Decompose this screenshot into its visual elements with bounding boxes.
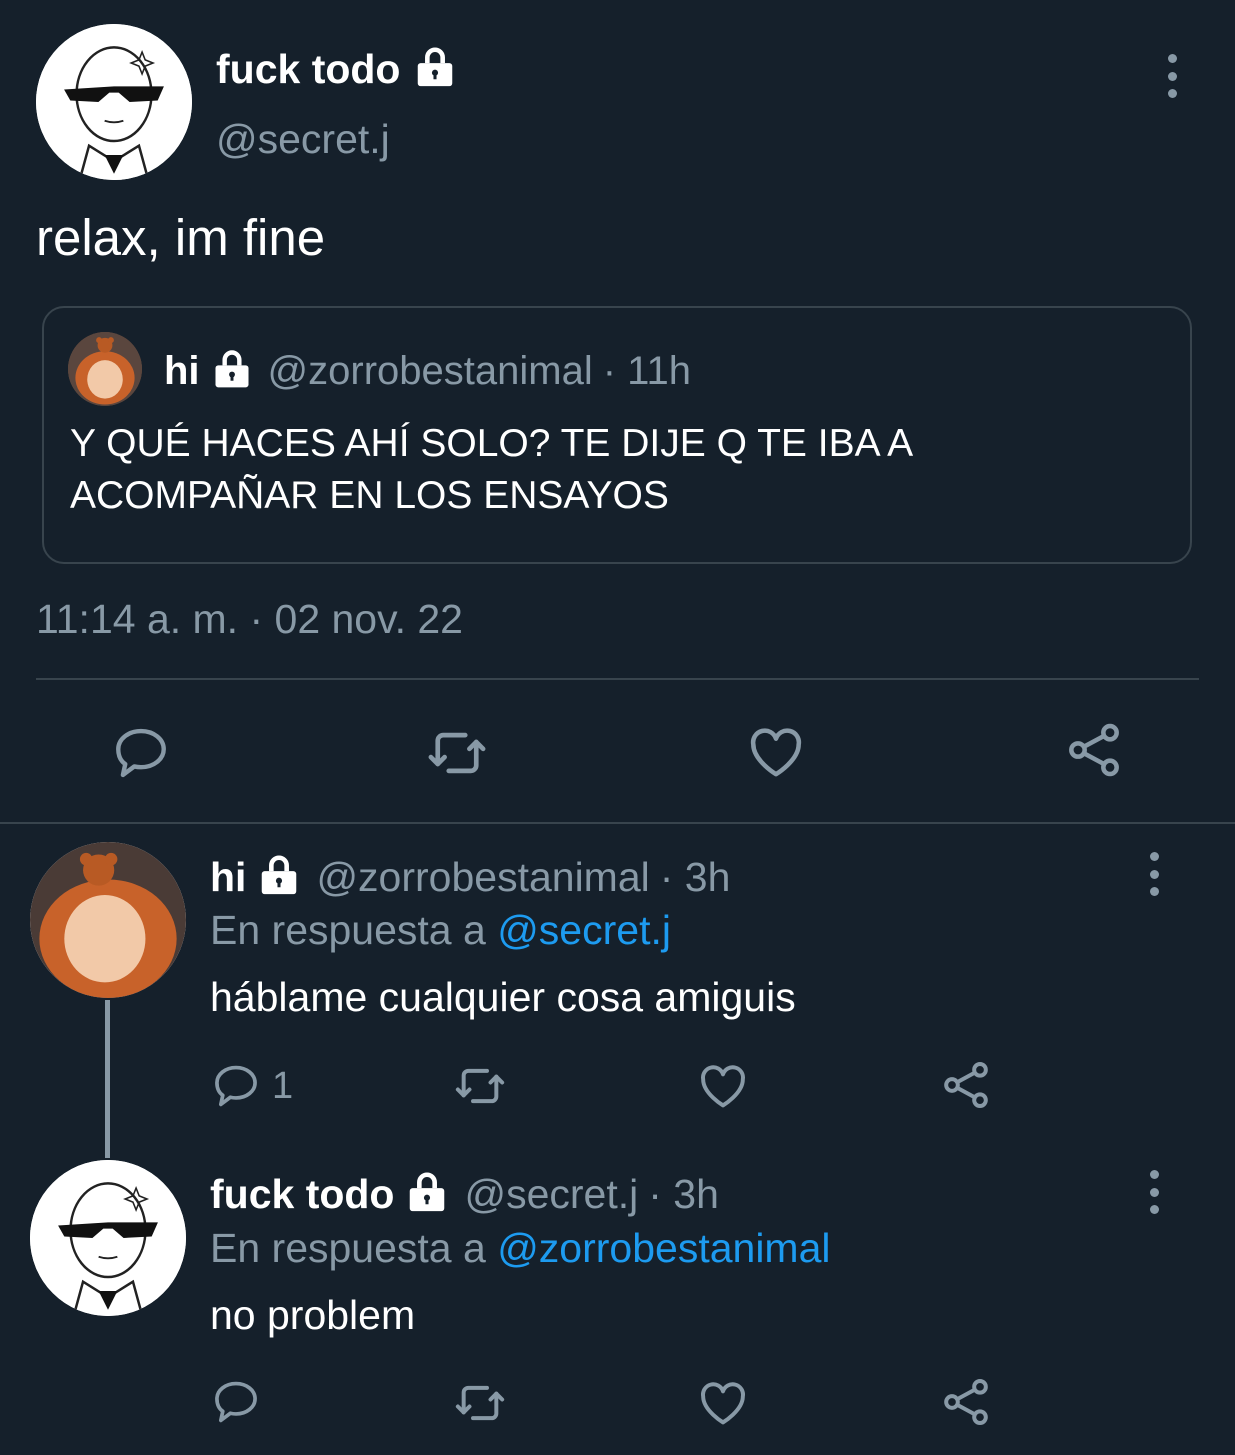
retweet-button[interactable] [424,720,490,786]
reply-author-avatar[interactable] [30,1160,186,1316]
more-options-button[interactable] [1139,1170,1169,1214]
author-name-row: fuck todo [216,44,458,94]
author-handle[interactable]: @secret.j [216,116,390,163]
reply-context-prefix: En respuesta a [210,1224,498,1271]
reply-count: 1 [272,1064,294,1107]
reply-header: fuck todo @secret.j · 3h [210,1168,719,1220]
reply-text: no problem [210,1292,416,1338]
author-avatar[interactable] [36,24,192,180]
retweet-arrows-icon [455,1385,505,1421]
lock-icon [404,1169,450,1220]
like-button[interactable] [695,1375,751,1431]
like-button[interactable] [695,1058,751,1114]
reply-context-prefix: En respuesta a [210,906,498,953]
author-display-name[interactable]: fuck todo [216,46,400,93]
reply-author-avatar[interactable] [30,842,186,998]
quoted-text-line-2: ACOMPAÑAR EN LOS ENSAYOS [70,474,669,517]
speech-bubble-icon [116,728,166,778]
share-nodes-icon [1069,723,1119,777]
retweet-button[interactable] [452,1058,508,1114]
reply-handle[interactable]: @secret.j [464,1171,638,1218]
retweet-arrows-icon [428,732,486,774]
quoted-display-name: hi [164,348,200,393]
reply-button[interactable] [110,722,172,784]
like-button[interactable] [744,720,808,784]
reply-time: · 3h [659,853,731,900]
share-nodes-icon [944,1062,988,1108]
retweet-button[interactable] [452,1375,508,1431]
share-button[interactable] [938,1374,994,1430]
quoted-tweet-card[interactable]: hi @zorrobestanimal · 11h Y QUÉ HACES AH… [42,306,1192,564]
reply-text: háblame cualquier cosa amiguis [210,974,796,1020]
speech-bubble-icon [215,1381,257,1423]
share-nodes-icon [944,1379,988,1425]
heart-icon [701,1382,745,1425]
thread-connector-line [105,1000,110,1158]
reply-time: · 3h [648,1170,719,1217]
divider [36,678,1199,680]
reply-display-name[interactable]: hi [210,854,246,901]
divider [0,822,1235,824]
reply-to-link[interactable]: @secret.j [497,907,671,954]
reply-display-name[interactable]: fuck todo [210,1171,394,1218]
more-options-button[interactable] [1139,852,1169,896]
reply-to-link[interactable]: @zorrobestanimal [497,1225,830,1272]
reply-button[interactable] [210,1376,262,1428]
quoted-text-line-1: Y QUÉ HACES AHÍ SOLO? TE DIJE Q TE IBA A [70,422,914,465]
quoted-handle: @zorrobestanimal [267,348,593,393]
speech-bubble-icon [215,1065,257,1107]
more-options-button[interactable] [1157,54,1187,98]
lock-icon [210,347,254,396]
retweet-arrows-icon [455,1068,505,1104]
quoted-time: · 11h [602,348,691,393]
reply-button[interactable]: 1 [210,1058,293,1114]
heart-icon [701,1065,745,1108]
heart-icon [750,728,802,777]
reply-header: hi @zorrobestanimal · 3h [210,852,730,902]
quoted-author-avatar [68,332,142,406]
reply-handle[interactable]: @zorrobestanimal [316,854,649,901]
reply-context: En respuesta a @secret.j [210,904,671,956]
tweet-timestamp[interactable]: 11:14 a. m. · 02 nov. 22 [36,596,463,643]
quoted-header: hi @zorrobestanimal · 11h [164,346,691,396]
reply-context: En respuesta a @zorrobestanimal [210,1222,831,1274]
lock-icon [412,44,458,95]
tweet-text: relax, im fine [36,209,326,266]
share-button[interactable] [1062,718,1126,782]
share-button[interactable] [938,1057,994,1113]
lock-icon [256,852,302,903]
